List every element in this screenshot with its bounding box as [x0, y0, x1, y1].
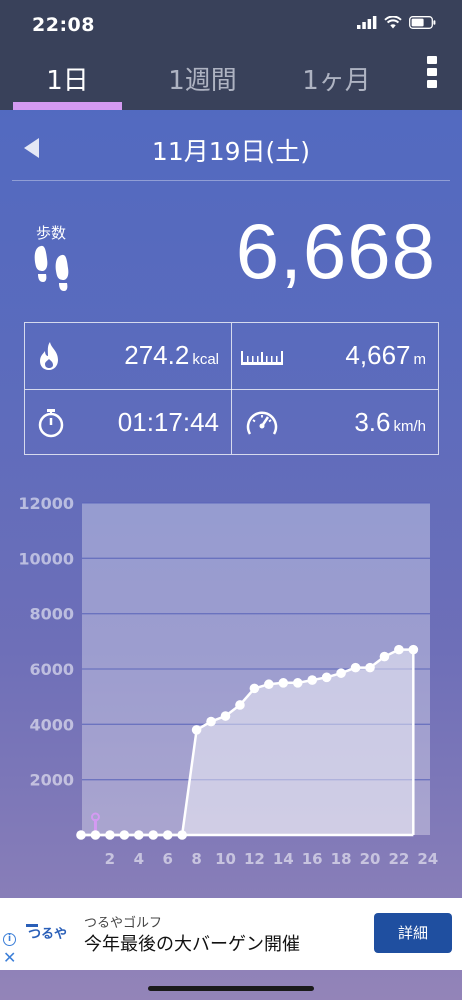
- chart-data-point: [191, 725, 202, 735]
- period-tabs: 1日 1週間 1ヶ月: [0, 52, 462, 110]
- speedometer-icon: [246, 411, 278, 435]
- stopwatch-icon: [38, 409, 64, 438]
- wifi-icon: [384, 16, 402, 29]
- chart-x-tick-label: 22: [388, 850, 409, 868]
- chart-data-point: [249, 683, 260, 694]
- chart-y-tick-label: 2000: [29, 771, 74, 790]
- top-bar: 22:08 1日 1週間 1ヶ月: [0, 0, 462, 110]
- chart-x-tick-label: 12: [244, 850, 265, 868]
- chart-data-point: [119, 830, 130, 840]
- current-date: 11月19日(土): [151, 137, 311, 166]
- chart-y-tick-label: 10000: [18, 549, 74, 568]
- chart-x-tick-label: 4: [134, 850, 144, 868]
- steps-label: 歩数: [36, 224, 67, 242]
- ad-headline: 今年最後の大バーゲン開催: [84, 934, 300, 955]
- date-row: 11月19日(土): [0, 128, 462, 168]
- chart-data-point: [134, 830, 144, 840]
- stats-grid: 274.2 kcal 4,667 m 01:17:44 3.6 km/h: [24, 322, 439, 455]
- chart-y-tick-label: 12000: [18, 494, 74, 513]
- status-icons: [357, 16, 436, 29]
- speed-unit: km/h: [393, 418, 426, 435]
- chart-data-point: [408, 644, 419, 655]
- calories-unit: kcal: [192, 351, 219, 368]
- chart-data-point: [336, 668, 346, 678]
- chart-x-tick-label: 10: [215, 850, 236, 868]
- chart-data-point: [162, 830, 173, 840]
- battery-icon: [409, 16, 436, 29]
- chart-x-tick-label: 2: [105, 850, 115, 868]
- tab-day[interactable]: 1日: [13, 60, 122, 97]
- chart-x-tick-label: 6: [162, 850, 172, 868]
- ad-brand: つるやゴルフ: [84, 916, 163, 931]
- ruler-icon: [241, 351, 283, 365]
- speed-cell: 3.6 km/h: [232, 390, 438, 456]
- chart-x-tick-label: 14: [273, 850, 294, 868]
- ad-info-icon[interactable]: i: [3, 933, 16, 946]
- chart-data-point: [76, 830, 86, 840]
- distance-unit: m: [413, 351, 427, 368]
- chart-data-point: [264, 679, 274, 690]
- footprints-icon: [34, 245, 69, 291]
- chart-data-point: [235, 700, 245, 710]
- flame-icon: [40, 342, 58, 370]
- status-time: 22:08: [32, 14, 95, 36]
- chart-y-tick-label: 4000: [29, 715, 74, 734]
- ad-logo: つるや: [26, 924, 67, 942]
- chart-data-point: [307, 675, 318, 685]
- home-indicator: [148, 986, 314, 991]
- chart-data-point: [350, 662, 361, 673]
- active-tab-indicator: [13, 102, 122, 110]
- time-cell: 01:17:44: [25, 390, 231, 456]
- chart-x-tick-label: 20: [360, 850, 381, 868]
- ad-close-icon[interactable]: ✕: [3, 950, 16, 966]
- chart-x-tick-label: 8: [191, 850, 201, 868]
- ad-banner[interactable]: i ✕ つるや つるやゴルフ 今年最後の大バーゲン開催 詳細: [0, 898, 462, 970]
- speed-value: 3.6: [354, 407, 391, 437]
- chart-data-point: [394, 644, 404, 655]
- calories-cell: 274.2 kcal: [25, 323, 231, 389]
- divider: [12, 180, 450, 181]
- chart-y-tick-label: 8000: [29, 605, 74, 624]
- ad-logo-text: つるや: [28, 927, 67, 942]
- menu-icon[interactable]: [427, 56, 439, 92]
- chart-data-point: [321, 672, 332, 683]
- signal-icon: [357, 16, 377, 29]
- ad-detail-button[interactable]: 詳細: [374, 913, 452, 953]
- chart-data-point: [365, 662, 375, 673]
- chart-data-point: [292, 678, 303, 688]
- chart-data-point: [278, 678, 289, 688]
- chart-data-point: [379, 651, 390, 662]
- chart-y-tick-label: 6000: [29, 660, 74, 679]
- distance-value: 4,667: [345, 340, 411, 370]
- tab-week[interactable]: 1週間: [148, 60, 257, 97]
- steps-chart: 200040006000800010000120002 4 6 8 10 12 14 16 18…: [18, 494, 438, 868]
- time-value: 01:17:44: [117, 407, 219, 437]
- chart-data-point: [220, 711, 231, 721]
- calories-value: 274.2: [124, 340, 190, 370]
- tab-month[interactable]: 1ヶ月: [282, 60, 391, 97]
- chart-data-point: [206, 716, 216, 727]
- chart-x-tick-label: 24: [417, 850, 438, 868]
- chart-data-point: [148, 830, 159, 840]
- distance-cell: 4,667 m: [232, 323, 438, 389]
- chart-x-tick-label: 18: [331, 850, 352, 868]
- chart-data-point: [105, 830, 115, 840]
- chart-x-tick-label: 16: [302, 850, 323, 868]
- steps-value: 6,668: [235, 207, 436, 295]
- chart-data-point: [177, 830, 187, 840]
- chart-data-point: [90, 830, 101, 840]
